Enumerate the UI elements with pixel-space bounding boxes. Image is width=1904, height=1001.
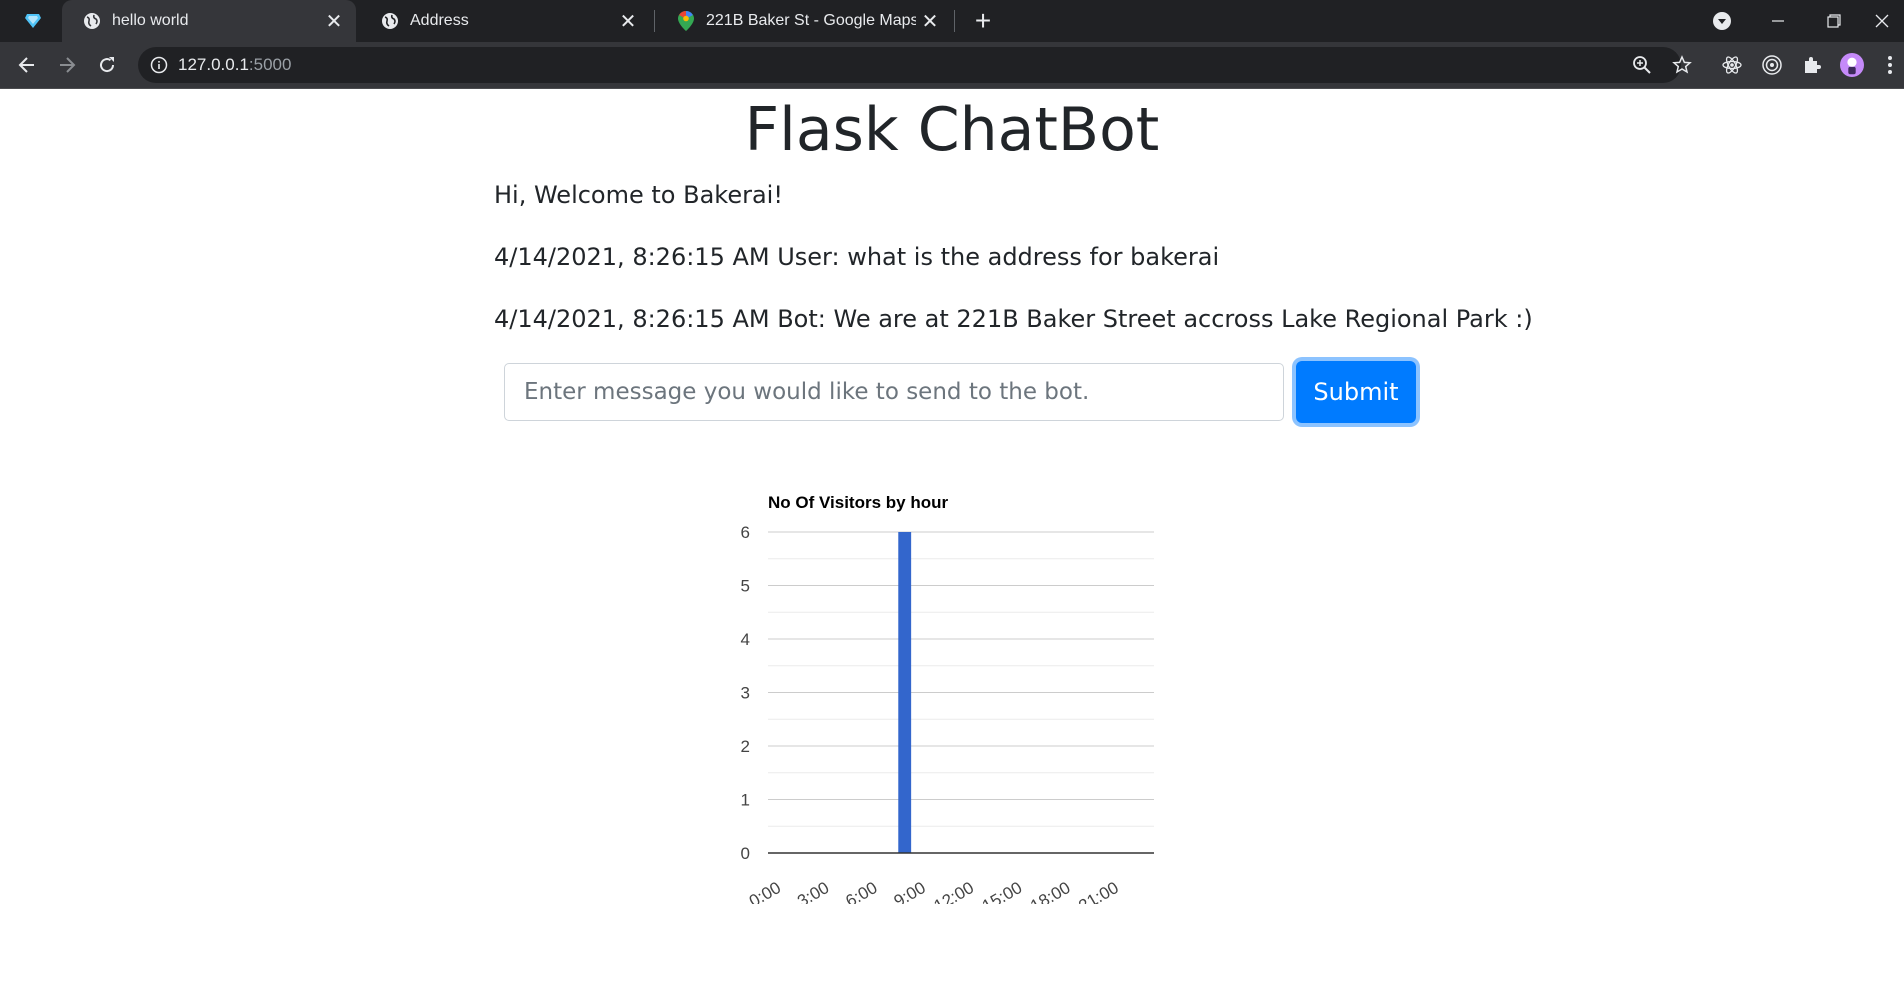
visitors-chart-svg: No Of Visitors by hour 0 1 2 3 4 5 6 0:00 3:00 6:0… <box>741 493 1154 916</box>
url-port: :5000 <box>248 55 292 74</box>
tab-title: hello world <box>112 12 189 29</box>
browser-menu-icon[interactable] <box>20 8 46 34</box>
reload-icon[interactable] <box>92 50 122 80</box>
y-tick-label: 6 <box>741 523 750 542</box>
tab-google-maps[interactable]: 221B Baker St - Google Maps ✕ <box>656 0 952 42</box>
x-tick-label: 0:00 <box>746 878 784 904</box>
x-tick-label: 9:00 <box>891 878 929 904</box>
extensions-puzzle-icon[interactable] <box>1800 53 1824 77</box>
message-input-placeholder: Enter message you would like to send to … <box>524 379 1090 405</box>
tab-separator <box>954 10 955 32</box>
back-icon[interactable] <box>12 50 42 80</box>
close-window-icon[interactable] <box>1860 0 1904 42</box>
new-tab-button[interactable]: + <box>968 5 998 36</box>
tab-hello-world[interactable]: hello world ✕ <box>62 0 356 42</box>
site-info-icon[interactable] <box>150 56 168 74</box>
y-tick-label: 0 <box>741 844 750 863</box>
x-tick-label: 12:00 <box>931 878 977 904</box>
x-tick-label: 21:00 <box>1075 878 1121 904</box>
minimize-icon[interactable] <box>1756 0 1800 42</box>
restore-icon[interactable] <box>1812 0 1856 42</box>
tab-search-icon[interactable] <box>1700 0 1744 42</box>
page-content: Flask ChatBot Hi, Welcome to Bakerai! 4/… <box>0 89 1904 1001</box>
close-tab-icon[interactable]: ✕ <box>916 7 944 35</box>
forward-icon[interactable] <box>52 50 82 80</box>
chat-message: Hi, Welcome to Bakerai! <box>494 181 783 209</box>
address-bar[interactable]: 127.0.0.1:5000 <box>138 47 1681 83</box>
profile-avatar-icon[interactable] <box>1840 53 1864 77</box>
x-tick-label: 15:00 <box>979 878 1025 904</box>
browser-menu-dots-icon[interactable] <box>1878 53 1902 77</box>
close-tab-icon[interactable]: ✕ <box>614 7 642 35</box>
browser-toolbar: 127.0.0.1:5000 <box>0 42 1904 89</box>
y-tick-label: 3 <box>741 684 750 703</box>
x-tick-label: 18:00 <box>1027 878 1073 904</box>
globe-icon <box>380 11 400 31</box>
submit-button[interactable]: Submit <box>1296 361 1416 423</box>
tab-address[interactable]: Address ✕ <box>360 0 650 42</box>
y-tick-label: 5 <box>741 577 750 596</box>
page-title: Flask ChatBot <box>744 95 1160 165</box>
x-tick-label: 6:00 <box>842 878 880 904</box>
y-tick-label: 1 <box>741 791 750 810</box>
globe-icon <box>82 11 102 31</box>
url-text: 127.0.0.1:5000 <box>178 55 291 75</box>
y-tick-label: 2 <box>741 737 750 756</box>
y-tick-label: 4 <box>741 630 750 649</box>
url-host: 127.0.0.1 <box>178 55 249 74</box>
maps-pin-icon <box>676 11 696 31</box>
close-tab-icon[interactable]: ✕ <box>320 7 348 35</box>
chart-title: No Of Visitors by hour <box>768 493 948 512</box>
tab-title: Address <box>410 12 469 29</box>
zoom-icon[interactable] <box>1630 53 1654 77</box>
chart-bar <box>898 532 912 853</box>
react-devtools-icon[interactable] <box>1720 53 1744 77</box>
browser-tab-bar: hello world ✕ Address ✕ 221B Baker St - … <box>0 0 1904 42</box>
chat-message: 4/14/2021, 8:26:15 AM Bot: We are at 221… <box>494 305 1533 333</box>
visitors-chart: No Of Visitors by hour 0 1 2 3 4 5 6 0:00 3:00 6:0… <box>720 484 1170 916</box>
extension-target-icon[interactable] <box>1760 53 1784 77</box>
bookmark-star-icon[interactable] <box>1670 53 1694 77</box>
tab-title: 221B Baker St - Google Maps <box>706 12 916 29</box>
tab-separator <box>654 10 655 32</box>
x-tick-label: 3:00 <box>794 878 832 904</box>
chat-message: 4/14/2021, 8:26:15 AM User: what is the … <box>494 243 1220 271</box>
message-input[interactable]: Enter message you would like to send to … <box>504 363 1284 421</box>
